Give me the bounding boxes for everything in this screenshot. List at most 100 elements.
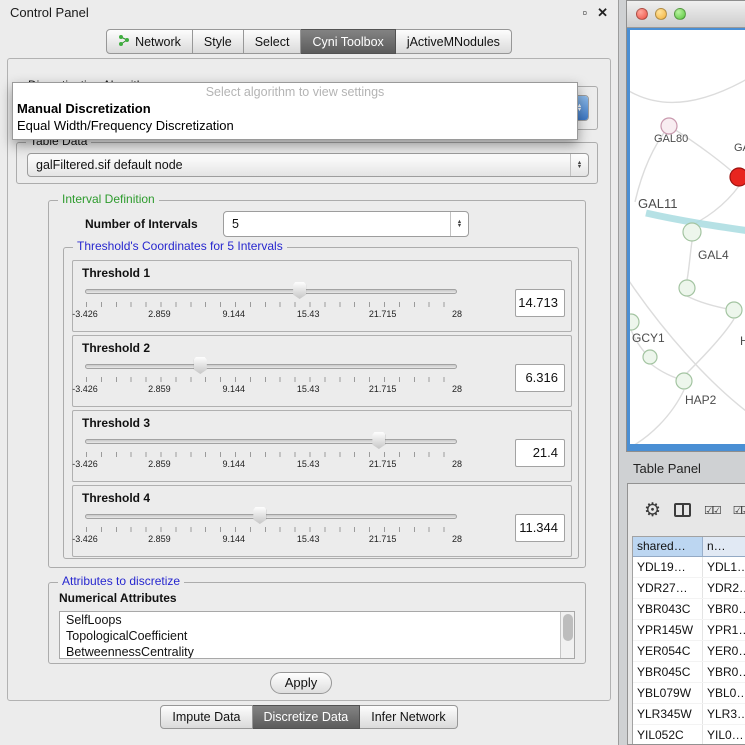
network-node-selected[interactable] (730, 168, 745, 186)
scale-label: 21.715 (369, 309, 397, 319)
algorithm-option[interactable]: Equal Width/Frequency Discretization (13, 117, 577, 134)
table-row[interactable]: YDR27…YDR2… (633, 578, 745, 599)
table-row[interactable]: YIL052CYIL0… (633, 725, 745, 745)
scale-label: 9.144 (223, 309, 246, 319)
minimize-traffic-light-icon[interactable] (655, 8, 667, 20)
threshold-4-slider[interactable]: -3.4262.8599.14415.4321.71528 (77, 505, 515, 551)
num-intervals-combobox[interactable]: 5 ▲▼ (223, 211, 469, 237)
list-item[interactable]: BetweennessCentrality (60, 644, 574, 659)
scrollbar-thumb[interactable] (563, 614, 573, 641)
threshold-4-panel: Threshold 4 -3.4262.8599.14415.4321.7152… (72, 485, 572, 557)
network-node-label[interactable]: GCY1 (632, 331, 665, 345)
network-node[interactable] (726, 302, 742, 318)
network-canvas[interactable]: GAL80 GA GAL11 GAL4 GCY1 H HAP2 (627, 28, 745, 451)
network-node[interactable] (676, 373, 692, 389)
list-item[interactable]: TopologicalCoefficient (60, 628, 574, 644)
table-row[interactable]: YBR043CYBR0… (633, 599, 745, 620)
apply-button[interactable]: Apply (270, 672, 332, 694)
scrollbar[interactable] (560, 612, 574, 658)
numerical-attributes-label: Numerical Attributes (59, 591, 177, 605)
threshold-1-slider[interactable]: -3.4262.8599.14415.4321.71528 (77, 280, 515, 326)
interval-group-title: Interval Definition (58, 192, 159, 206)
float-window-icon[interactable]: ▫ (582, 6, 587, 19)
table-cell: YBR043C (633, 599, 703, 619)
slider-thumb[interactable] (293, 282, 306, 299)
slider-track (85, 364, 457, 369)
threshold-3-panel: Threshold 3 -3.4262.8599.14415.4321.7152… (72, 410, 572, 482)
tab-cyni-toolbox[interactable]: Cyni Toolbox (301, 29, 395, 54)
table-row[interactable]: YLR345WYLR3… (633, 704, 745, 725)
network-node-label[interactable]: GA (734, 142, 745, 154)
tab-jactivemnodules[interactable]: jActiveMNodules (396, 29, 512, 54)
threshold-2-panel: Threshold 2 -3.4262.8599.14415.4321.7152… (72, 335, 572, 407)
close-traffic-light-icon[interactable] (636, 8, 648, 20)
slider-thumb[interactable] (253, 507, 266, 524)
threshold-3-slider[interactable]: -3.4262.8599.14415.4321.71528 (77, 430, 515, 476)
table-cell: YBR045C (633, 662, 703, 682)
slider-thumb[interactable] (372, 432, 385, 449)
table-cell: YBR0… (703, 662, 745, 682)
network-node-label[interactable]: GAL4 (698, 248, 729, 262)
num-intervals-label: Number of Intervals (85, 217, 198, 231)
table-row[interactable]: YER054CYER0… (633, 641, 745, 662)
scale-label: 9.144 (223, 384, 246, 394)
column-header[interactable]: shared… (633, 537, 703, 556)
checkbox-icon[interactable]: ☑☑ (733, 504, 745, 517)
table-row[interactable]: YBL079WYBL0… (633, 683, 745, 704)
bottom-tab-infer-network[interactable]: Infer Network (360, 705, 457, 729)
column-header[interactable]: n… (703, 537, 745, 556)
gear-icon[interactable]: ⚙ (644, 499, 661, 522)
table-row[interactable]: YDL19…YDL1… (633, 557, 745, 578)
network-node[interactable] (683, 223, 701, 241)
thresholds-group: Threshold's Coordinates for 5 Intervals … (63, 247, 579, 559)
table-toolbar: ⚙ ☑☑ ☑☑ (628, 484, 745, 536)
slider-track (85, 289, 457, 294)
network-node[interactable] (643, 350, 657, 364)
threshold-2-value-field[interactable]: 6.316 (515, 364, 565, 392)
network-node-label[interactable]: GAL11 (638, 196, 678, 211)
tab-select[interactable]: Select (244, 29, 302, 54)
close-icon[interactable]: ✕ (597, 6, 608, 19)
tab-network[interactable]: Network (106, 29, 193, 54)
table-data-combobox[interactable]: galFiltered.sif default node ▲▼ (27, 153, 589, 177)
num-intervals-value: 5 (232, 217, 450, 231)
table-header: shared… n… (633, 537, 745, 557)
select-columns-icon[interactable]: ☑☑ (704, 504, 720, 517)
algorithm-option[interactable]: Manual Discretization (13, 100, 577, 117)
scale-label: 28 (452, 384, 462, 394)
scale-label: 2.859 (148, 384, 171, 394)
bottom-tab-impute-data[interactable]: Impute Data (160, 705, 252, 729)
slider-thumb[interactable] (194, 357, 207, 374)
network-node-label[interactable]: H (740, 334, 745, 348)
threshold-3-value-field[interactable]: 21.4 (515, 439, 565, 467)
network-view-window: GAL80 GA GAL11 GAL4 GCY1 H HAP2 (626, 0, 745, 452)
table-row[interactable]: YBR045CYBR0… (633, 662, 745, 683)
table-row[interactable]: YPR145WYPR1… (633, 620, 745, 641)
threshold-4-value-field[interactable]: 11.344 (515, 514, 565, 542)
threshold-2-slider[interactable]: -3.4262.8599.14415.4321.71528 (77, 355, 515, 401)
slider-scale: -3.4262.8599.14415.4321.71528 (85, 534, 457, 545)
zoom-traffic-light-icon[interactable] (674, 8, 686, 20)
threshold-1-value-field[interactable]: 14.713 (515, 289, 565, 317)
list-item[interactable]: SelfLoops (60, 612, 574, 628)
network-node[interactable] (630, 314, 639, 330)
network-node-label[interactable]: HAP2 (685, 393, 716, 407)
attributes-group: Attributes to discretize Numerical Attri… (48, 582, 586, 664)
network-node[interactable] (661, 118, 677, 134)
attributes-list[interactable]: SelfLoopsTopologicalCoefficientBetweenne… (59, 611, 575, 659)
tab-label: Style (204, 35, 232, 49)
columns-icon[interactable] (674, 503, 691, 517)
scale-label: 28 (452, 459, 462, 469)
table-cell: YDR2… (703, 578, 745, 598)
tab-label: Network (135, 35, 181, 49)
combo-arrows-icon[interactable]: ▲▼ (450, 212, 468, 236)
combo-arrows-icon[interactable]: ▲▼ (570, 154, 588, 176)
table-cell: YBL079W (633, 683, 703, 703)
attributes-group-title: Attributes to discretize (58, 574, 184, 588)
scale-label: 9.144 (223, 534, 246, 544)
tab-style[interactable]: Style (193, 29, 244, 54)
scale-label: 21.715 (369, 459, 397, 469)
network-node[interactable] (679, 280, 695, 296)
bottom-tab-discretize-data[interactable]: Discretize Data (253, 705, 361, 729)
network-node-label[interactable]: GAL80 (654, 133, 688, 145)
